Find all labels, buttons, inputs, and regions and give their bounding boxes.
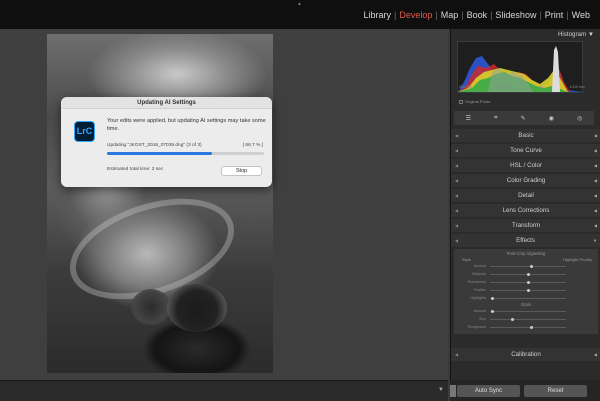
dialog-message: Your edits were applied, but updating AI… [107,118,266,132]
slider-knob[interactable] [530,326,534,329]
slider-label: Amount [473,264,486,268]
section-color-grading[interactable]: ◀ Color Grading ◀ [451,174,600,187]
lightroom-classic-icon: LrC [74,121,95,142]
module-develop[interactable]: Develop [397,10,434,20]
slider-track[interactable] [490,265,566,268]
progress-percent: [ 66.7 % ] [242,143,263,148]
crop-icon[interactable]: ⌗ [494,115,497,122]
slider-knob[interactable] [530,265,534,268]
module-bar: ▲ Library | Develop | Map | Book | Slide… [0,0,600,29]
stop-button[interactable]: Stop [221,166,262,176]
grain-slider-size[interactable]: Size [460,317,590,322]
section-effects[interactable]: ◀ Effects ▼ [451,234,600,247]
grain-slider-amount[interactable]: Amount [460,309,590,314]
develop-tool-strip: ☰ ⌗ ✎ ◉ ◎ [454,111,594,125]
sync-toggle-switch[interactable] [450,385,456,397]
grain-title: Grain [520,302,532,307]
vignette-title: Post-Crop Vignetting [506,251,546,256]
section-basic[interactable]: ◀ Basic ◀ [451,129,600,142]
panel-sections: ◀ Basic ◀ ◀ Tone Curve ◀ ◀ HSL / Color ◀ ◀ Colo… [451,129,600,336]
redeye-icon[interactable]: ◉ [549,115,554,122]
module-map[interactable]: Map [439,10,461,20]
slider-knob[interactable] [526,281,530,284]
progress-bar-fill [107,152,212,155]
slider-track[interactable] [490,297,566,300]
section-hsl-color[interactable]: ◀ HSL / Color ◀ [451,159,600,172]
slider-track[interactable] [490,326,566,329]
slider-knob[interactable] [526,289,530,292]
module-picker: Library | Develop | Map | Book | Slidesh… [361,10,592,20]
module-book[interactable]: Book [465,10,490,20]
estimated-time: Estimated total time: 2 sec [107,167,164,172]
panel-footer: Auto Sync Reset [450,380,600,401]
histogram-readouts: ISO 400 24 mm f / 11 1/100 sec [459,85,585,89]
slider-label: Amount [473,309,486,313]
vignette-slider-feather[interactable]: Feather [460,288,590,293]
slider-label: Size [479,317,486,321]
progress-file-label: Updating "JKOST_2016_07039.dng" (3 of 3) [107,143,202,148]
section-transform[interactable]: ◀ Transform ◀ [451,219,600,232]
collapse-triangle-icon: ▼ [587,31,594,38]
slider-knob[interactable] [511,318,515,321]
section-calibration[interactable]: ◀ Calibration ◀ [451,348,600,361]
mask-icon[interactable]: ◎ [577,115,582,122]
slider-knob[interactable] [526,273,530,276]
section-detail[interactable]: ◀ Detail ◀ [451,189,600,202]
updating-ai-settings-dialog: Updating AI Settings LrC Your edits were… [61,97,272,187]
reset-button[interactable]: Reset [524,385,587,397]
original-photo-checkbox[interactable]: Original Photo [459,99,490,104]
module-web[interactable]: Web [570,10,592,20]
section-lens-corrections[interactable]: ◀ Lens Corrections ◀ [451,204,600,217]
vignette-slider-midpoint[interactable]: Midpoint [460,272,590,277]
module-slideshow[interactable]: Slideshow [493,10,538,20]
toolbar-menu-icon[interactable]: ▼ [438,387,444,393]
section-calibration-wrap: ◀ Calibration ◀ [451,348,600,363]
lightroom-window: ▲ Library | Develop | Map | Book | Slide… [0,0,600,401]
edit-sliders-icon[interactable]: ☰ [466,115,471,122]
image-canvas[interactable] [0,29,448,380]
effects-panel: Post-Crop Vignetting Style Highlight Pri… [454,249,598,334]
slider-track[interactable] [490,273,566,276]
slider-track[interactable] [490,289,566,292]
slider-track[interactable] [490,310,566,313]
progress-bar [107,152,264,155]
section-tone-curve[interactable]: ◀ Tone Curve ◀ [451,144,600,157]
slider-label: Midpoint [472,272,486,276]
slider-label: Highlights [470,296,486,300]
vignette-style-select[interactable]: Highlight Priority [563,257,592,262]
slider-label: Feather [473,288,486,292]
slider-label: Roughness [467,325,486,329]
dialog-title: Updating AI Settings [61,97,272,109]
slider-knob[interactable] [490,310,494,313]
vignette-style[interactable]: Style Highlight Priority [462,257,592,262]
photo-preview[interactable] [47,34,273,373]
bottom-toolbar: ▼ [0,380,448,401]
top-panel-toggle-icon[interactable]: ▲ [297,2,302,7]
develop-right-panel: Histogram ▼ ISO 400 24 mm f / 11 1/100 s… [450,29,600,401]
auto-sync-button[interactable]: Auto Sync [457,385,520,397]
vignette-slider-amount[interactable]: Amount [460,264,590,269]
module-print[interactable]: Print [543,10,566,20]
slider-label: Roundness [467,280,486,284]
module-library[interactable]: Library [361,10,393,20]
grain-slider-roughness[interactable]: Roughness [460,325,590,330]
histogram-header[interactable]: Histogram ▼ [451,29,600,41]
slider-track[interactable] [490,318,566,321]
vignette-slider-roundness[interactable]: Roundness [460,280,590,285]
slider-knob[interactable] [490,297,494,300]
vignette-slider-highlights[interactable]: Highlights [460,296,590,301]
slider-track[interactable] [490,281,566,284]
healing-icon[interactable]: ✎ [521,115,526,122]
